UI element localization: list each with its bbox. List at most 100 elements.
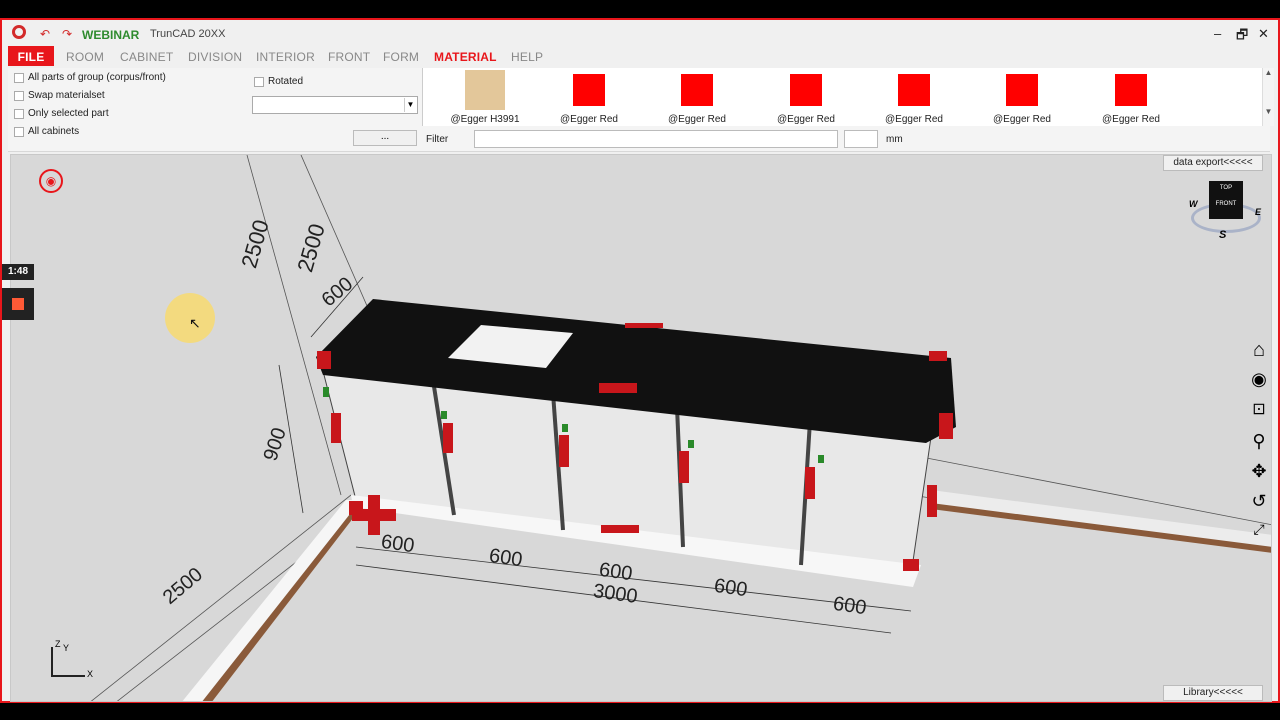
material-swatch	[1006, 74, 1038, 106]
look-icon[interactable]: ◉	[1245, 369, 1271, 397]
material-swatch	[1115, 74, 1147, 106]
scene-canvas	[90, 155, 1271, 701]
menu-interior[interactable]: INTERIOR	[256, 50, 315, 64]
view-cube-box[interactable]: TOP FRONT	[1209, 181, 1243, 219]
dim-width-2: 600	[487, 544, 524, 572]
material-name: @Egger Red	[993, 114, 1051, 125]
filter-input[interactable]	[474, 130, 838, 148]
material-name: @Egger Red	[885, 114, 943, 125]
checkbox-box[interactable]	[254, 76, 264, 87]
floor-edge-right	[931, 503, 1271, 553]
compass-s: S	[1219, 229, 1227, 241]
floor-strip	[182, 500, 361, 701]
material-item[interactable]: @Egger H3991	[435, 70, 535, 125]
visibility-eye-icon[interactable]: ◉	[39, 169, 63, 193]
checkbox-box[interactable]	[14, 72, 24, 83]
material-name: @Egger Red	[560, 114, 618, 125]
axis-z-line	[51, 647, 53, 677]
hinge-marker	[323, 387, 329, 397]
zoom-icon[interactable]: ⚲	[1245, 431, 1271, 459]
hinge-marker	[562, 424, 568, 432]
cursor-pointer-icon: ↖	[189, 315, 201, 331]
edge-marker	[317, 351, 331, 369]
menu-material[interactable]: MATERIAL	[434, 50, 497, 64]
material-swatch	[790, 74, 822, 106]
stop-recording-button[interactable]	[2, 288, 34, 320]
unit-label: mm	[886, 134, 903, 145]
browse-button[interactable]: ...	[353, 130, 417, 146]
title-bar: ↶ ↷ WEBINAR TrunCAD 20XX – 🗗 ✕	[2, 20, 1278, 46]
material-swatch	[573, 74, 605, 106]
library-button[interactable]: Library<<<<<	[1163, 685, 1263, 701]
app-logo-icon	[12, 25, 26, 39]
3d-viewport[interactable]: 2500 2500 2500 600 900 600 600 600 600 6…	[10, 154, 1272, 702]
menu-help[interactable]: HELP	[511, 50, 543, 64]
menu-file[interactable]: FILE	[8, 46, 54, 66]
edge-marker	[929, 351, 947, 361]
material-tool-panel: All parts of group (corpus/front) Swap m…	[8, 68, 1274, 152]
all-parts-checkbox[interactable]: All parts of group (corpus/front)	[14, 72, 166, 83]
material-item[interactable]: @Egger Red	[972, 70, 1072, 125]
zoom-window-icon[interactable]: ⊡	[1245, 399, 1271, 427]
brand-label: WEBINAR	[82, 28, 140, 42]
material-item[interactable]: @Egger Red	[647, 70, 747, 125]
dim-width-4: 600	[712, 574, 749, 602]
checkbox-box[interactable]	[14, 90, 24, 101]
chevron-down-icon[interactable]: ▼	[404, 98, 416, 112]
material-item[interactable]: @Egger Red	[539, 70, 639, 125]
menu-front[interactable]: FRONT	[328, 50, 370, 64]
checkbox-box[interactable]	[14, 108, 24, 119]
all-cabinets-checkbox[interactable]: All cabinets	[14, 126, 79, 137]
material-name: @Egger Red	[668, 114, 726, 125]
menu-form[interactable]: FORM	[383, 50, 419, 64]
axis-z-label: Z	[55, 639, 61, 649]
material-name: @Egger H3991	[450, 114, 520, 125]
rotated-label: Rotated	[268, 76, 304, 87]
material-item[interactable]: @Egger Red	[864, 70, 964, 125]
material-item[interactable]: @Egger Red	[756, 70, 856, 125]
material-library: @Egger H3991 @Egger Red @Egger Red @Egge…	[422, 68, 1262, 126]
menu-room[interactable]: ROOM	[66, 50, 104, 64]
edge-marker	[805, 467, 815, 499]
pan-icon[interactable]: ✥	[1245, 461, 1271, 489]
library-scrollbar[interactable]: ▲ ▼	[1262, 68, 1274, 126]
undo-icon[interactable]: ↶	[40, 27, 50, 41]
view-cube[interactable]: TOP FRONT W E S	[1189, 177, 1263, 241]
edge-marker	[559, 435, 569, 467]
recording-timer: 1:48	[2, 264, 34, 280]
stop-icon	[12, 298, 24, 310]
dim-width-1: 600	[379, 530, 416, 558]
material-item[interactable]: @Egger Red	[1081, 70, 1181, 125]
restore-button[interactable]: 🗗	[1236, 26, 1248, 48]
swap-materialset-checkbox[interactable]: Swap materialset	[14, 90, 105, 101]
scroll-down-icon[interactable]: ▼	[1263, 107, 1274, 116]
minimize-button[interactable]: –	[1214, 26, 1221, 41]
origin-cross	[368, 495, 380, 535]
menu-cabinet[interactable]: CABINET	[120, 50, 173, 64]
fullscreen-icon[interactable]: ⤢	[1245, 521, 1271, 549]
only-selected-checkbox[interactable]: Only selected part	[14, 108, 109, 119]
rotated-checkbox[interactable]: Rotated	[254, 76, 303, 87]
axis-y-label: Y	[63, 643, 70, 653]
scroll-up-icon[interactable]: ▲	[1263, 68, 1274, 77]
home-icon[interactable]: ⌂	[1245, 339, 1271, 367]
checkbox-box[interactable]	[14, 126, 24, 137]
edge-marker	[903, 559, 919, 571]
data-export-button[interactable]: data export<<<<<	[1163, 155, 1263, 171]
material-name: @Egger Red	[1102, 114, 1160, 125]
material-swatch	[465, 70, 505, 110]
floor-edge	[202, 500, 367, 701]
only-selected-label: Only selected part	[28, 108, 109, 119]
menu-bar: FILE ROOM CABINET DIVISION INTERIOR FRON…	[2, 46, 1278, 68]
rotate-icon[interactable]: ↺	[1245, 491, 1271, 519]
material-dropdown[interactable]: ▼	[252, 96, 418, 114]
size-input[interactable]	[844, 130, 878, 148]
redo-icon[interactable]: ↷	[62, 27, 72, 41]
all-parts-label: All parts of group (corpus/front)	[28, 72, 166, 83]
dim-width-5: 600	[831, 592, 868, 620]
close-button[interactable]: ✕	[1258, 26, 1269, 42]
edge-marker	[331, 413, 341, 443]
menu-division[interactable]: DIVISION	[188, 50, 242, 64]
edge-marker	[625, 323, 663, 328]
edge-marker	[927, 485, 937, 517]
